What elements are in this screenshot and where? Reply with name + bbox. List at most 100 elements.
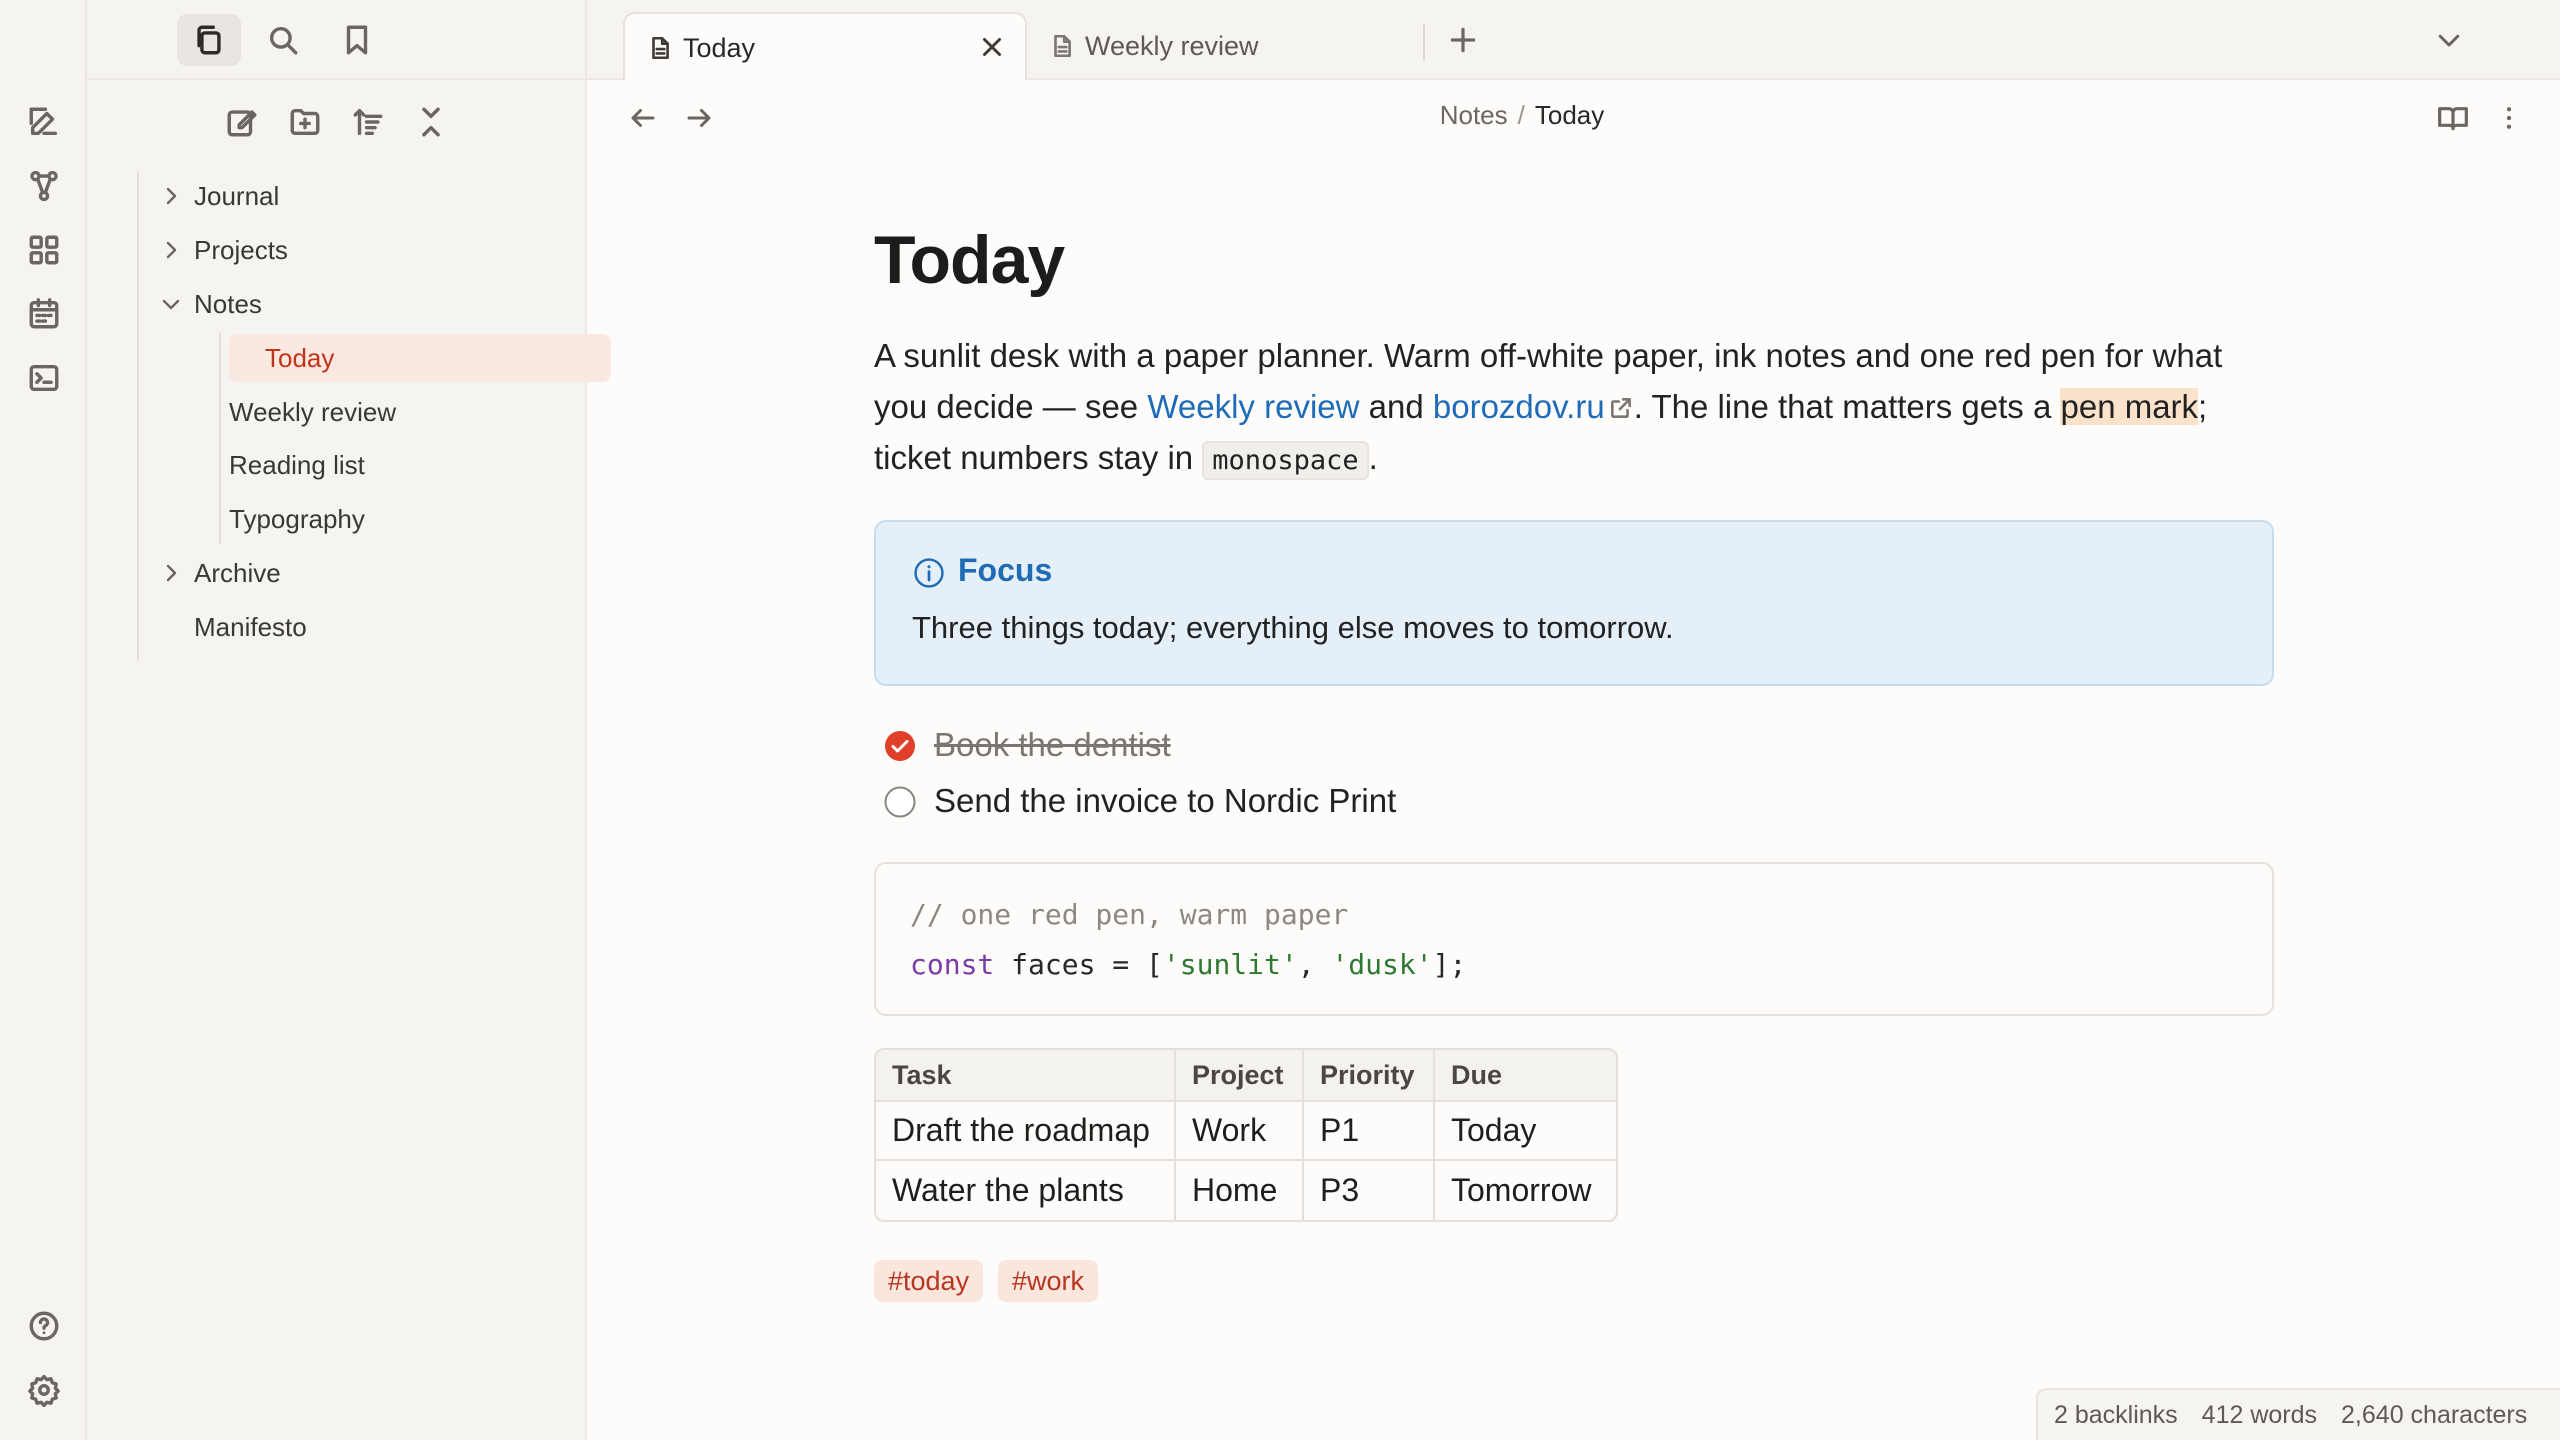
file-today[interactable]: Today <box>229 334 611 382</box>
column-header: Task <box>876 1050 1176 1102</box>
chevron-right-icon <box>166 187 177 205</box>
close-icon[interactable] <box>977 32 1007 62</box>
tab-bar: Today Weekly review <box>587 0 2560 80</box>
column-header: Due <box>1435 1050 1616 1102</box>
code-comment: // one red pen, warm paper <box>910 898 1349 931</box>
code-text: , <box>1297 948 1332 981</box>
file-explorer-sidebar: Journal Projects Notes Today Weekly revi… <box>87 0 611 1440</box>
task-label: Book the dentist <box>934 726 1171 763</box>
checkbox-checked-icon[interactable] <box>884 730 916 762</box>
highlight-mark: pen mark <box>2060 388 2199 425</box>
code-string: 'dusk' <box>1331 948 1433 981</box>
body-paragraph: A sunlit desk with a paper planner. Warm… <box>874 330 2274 486</box>
folder-journal[interactable]: Journal <box>137 172 577 220</box>
text-run: and <box>1359 388 1433 425</box>
canvas-icon[interactable] <box>22 228 66 272</box>
files-icon[interactable] <box>177 14 241 66</box>
file-weekly-review[interactable]: Weekly review <box>137 388 577 436</box>
table-cell[interactable]: Draft the roadmap <box>876 1102 1176 1161</box>
code-line: const faces = ['sunlit', 'dusk']; <box>910 948 1466 981</box>
folder-notes[interactable]: Notes <box>137 280 577 328</box>
tag-today[interactable]: #today <box>874 1260 984 1302</box>
bookmarks-icon[interactable] <box>325 14 389 66</box>
more-options-icon[interactable] <box>2487 96 2531 140</box>
new-note-icon[interactable] <box>22 100 66 144</box>
code-text: ]; <box>1432 948 1467 981</box>
chevron-right-icon <box>166 241 177 259</box>
text-run: . The line that matters gets a <box>1633 388 2061 425</box>
view-header: Notes / Today <box>587 80 2560 152</box>
tab-label: Weekly review <box>1085 31 1259 61</box>
search-icon[interactable] <box>251 14 315 66</box>
callout-body: Three things today; everything else move… <box>912 610 1674 645</box>
new-note-icon[interactable] <box>218 98 266 146</box>
folder-label: Archive <box>194 557 281 588</box>
settings-icon[interactable] <box>22 1368 66 1412</box>
code-keyword: const <box>910 948 995 981</box>
table-row: Water the plants Home P3 Tomorrow <box>876 1161 1616 1220</box>
breadcrumb: Notes / Today <box>587 100 2457 131</box>
external-link-icon <box>1608 395 1634 421</box>
folder-label: Notes <box>194 288 262 319</box>
code-block[interactable]: // one red pen, warm paper const faces =… <box>874 862 2274 1016</box>
internal-link-weekly-review[interactable]: Weekly review <box>1147 388 1359 425</box>
collapse-all-icon[interactable] <box>407 98 455 146</box>
table-cell[interactable]: P3 <box>1304 1161 1435 1220</box>
sidebar-tab-header <box>87 0 587 80</box>
tab-divider <box>1423 24 1425 60</box>
breadcrumb-parent[interactable]: Notes <box>1440 100 1508 130</box>
file-label: Manifesto <box>194 611 307 642</box>
folder-projects[interactable]: Projects <box>137 226 577 274</box>
task-label: Send the invoice to Nordic Print <box>934 782 1397 819</box>
file-typography[interactable]: Typography <box>137 495 577 543</box>
folder-label: Projects <box>194 234 288 265</box>
tab-today[interactable]: Today <box>623 12 1027 80</box>
tab-weekly-review[interactable]: Weekly review <box>1027 12 1413 80</box>
column-header: Project <box>1176 1050 1304 1102</box>
file-label: Weekly review <box>229 396 397 427</box>
help-icon[interactable] <box>22 1304 66 1348</box>
new-tab-icon[interactable] <box>1443 20 1483 60</box>
note-editor[interactable]: Today A sunlit desk with a paper planner… <box>874 210 2274 1302</box>
table-cell[interactable]: Water the plants <box>876 1161 1176 1220</box>
breadcrumb-current[interactable]: Today <box>1535 100 1604 130</box>
text-run: . <box>1368 439 1378 476</box>
info-icon <box>914 558 944 588</box>
table-cell[interactable]: Today <box>1435 1102 1616 1161</box>
table-cell[interactable]: Tomorrow <box>1435 1161 1616 1220</box>
reading-view-icon[interactable] <box>2431 96 2475 140</box>
chevron-down-icon <box>162 299 180 310</box>
folder-archive[interactable]: Archive <box>137 549 577 597</box>
file-manifesto[interactable]: Manifesto <box>137 603 577 651</box>
external-link[interactable]: borozdov.ru <box>1433 388 1634 425</box>
word-count: 412 words <box>2201 1400 2318 1429</box>
chevron-down-icon[interactable] <box>2429 20 2469 60</box>
inline-code: monospace <box>1202 441 1369 480</box>
document-icon <box>1054 34 1071 58</box>
code-text: faces = [ <box>994 948 1163 981</box>
calendar-icon[interactable] <box>22 292 66 336</box>
table-cell[interactable]: P1 <box>1304 1102 1435 1161</box>
terminal-icon[interactable] <box>22 356 66 400</box>
backlinks-count[interactable]: 2 backlinks <box>2054 1401 2178 1430</box>
table-header-row: Task Project Priority Due <box>876 1050 1616 1102</box>
column-header: Priority <box>1304 1050 1435 1102</box>
document-icon <box>652 36 669 60</box>
task-table[interactable]: Task Project Priority Due Draft the road… <box>874 1048 1618 1222</box>
callout-title: Focus <box>958 552 1053 588</box>
tag-work[interactable]: #work <box>998 1260 1099 1302</box>
sort-order-icon[interactable] <box>344 98 392 146</box>
chevron-right-icon <box>166 564 177 582</box>
table-cell[interactable]: Home <box>1176 1161 1304 1220</box>
graph-view-icon[interactable] <box>22 164 66 208</box>
file-label: Typography <box>229 503 365 534</box>
table-cell[interactable]: Work <box>1176 1102 1304 1161</box>
file-label: Today <box>265 342 335 373</box>
checkbox-unchecked-icon[interactable] <box>884 786 916 818</box>
file-reading-list[interactable]: Reading list <box>137 441 577 489</box>
folder-label: Journal <box>194 180 280 211</box>
file-label: Reading list <box>229 449 365 480</box>
left-ribbon <box>0 0 87 1440</box>
new-folder-icon[interactable] <box>281 98 329 146</box>
code-string: 'sunlit' <box>1162 948 1298 981</box>
